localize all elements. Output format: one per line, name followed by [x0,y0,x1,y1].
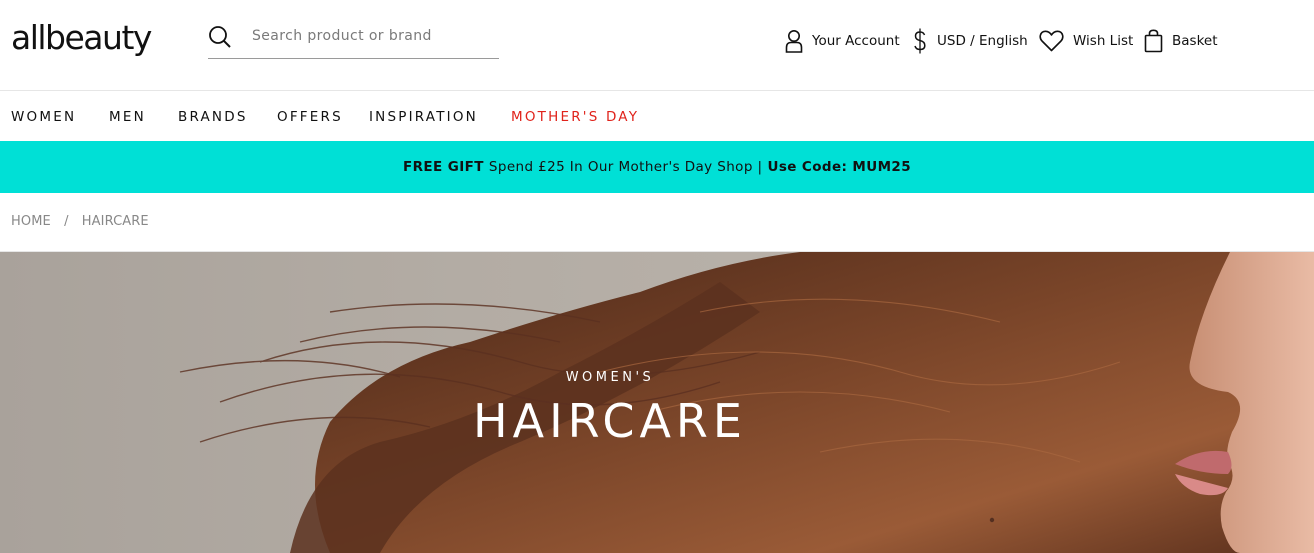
shopping-bag-icon [1144,29,1163,53]
nav-item-offers[interactable]: OFFERS [277,109,343,125]
hero-banner: WOMEN'S HAIRCARE [0,252,1314,553]
nav-item-inspiration[interactable]: INSPIRATION [369,109,478,125]
nav-item-men[interactable]: MEN [109,109,146,125]
main-nav: WOMEN MEN BRANDS OFFERS INSPIRATION MOTH… [0,91,1314,141]
breadcrumb-current: HAIRCARE [81,214,149,229]
search-icon[interactable] [208,24,232,50]
wishlist-label: Wish List [1073,33,1134,49]
site-header: allbeauty Your Account USD / English [0,0,1314,91]
promo-banner[interactable]: FREE GIFT Spend £25 In Our Mother's Day … [0,141,1314,193]
user-icon [785,29,803,53]
nav-item-mothers-day[interactable]: MOTHER'S DAY [511,109,639,125]
hero-subtitle: WOMEN'S [565,370,655,385]
promo-lead: FREE GIFT [402,159,484,175]
basket-link[interactable]: Basket [1144,28,1218,54]
breadcrumb: HOME / HAIRCARE [11,214,149,229]
breadcrumb-separator: / [64,214,69,229]
account-label: Your Account [812,33,900,49]
promo-code: Use Code: MUM25 [767,159,912,175]
nav-item-women[interactable]: WOMEN [11,109,76,125]
logo[interactable]: allbeauty [11,18,152,58]
search-input[interactable] [252,24,492,48]
hero-title: HAIRCARE [473,394,747,448]
dollar-icon [912,27,928,55]
search-bar [208,22,499,59]
breadcrumb-home[interactable]: HOME [11,214,51,229]
promo-text: Spend £25 In Our Mother's Day Shop | [488,159,763,175]
account-link[interactable]: Your Account [785,28,900,54]
basket-label: Basket [1172,33,1218,49]
wishlist-link[interactable]: Wish List [1039,28,1133,54]
currency-language-label: USD / English [937,33,1028,49]
heart-icon [1039,30,1064,52]
currency-language-selector[interactable]: USD / English [912,28,1028,54]
nav-item-brands[interactable]: BRANDS [178,109,248,125]
